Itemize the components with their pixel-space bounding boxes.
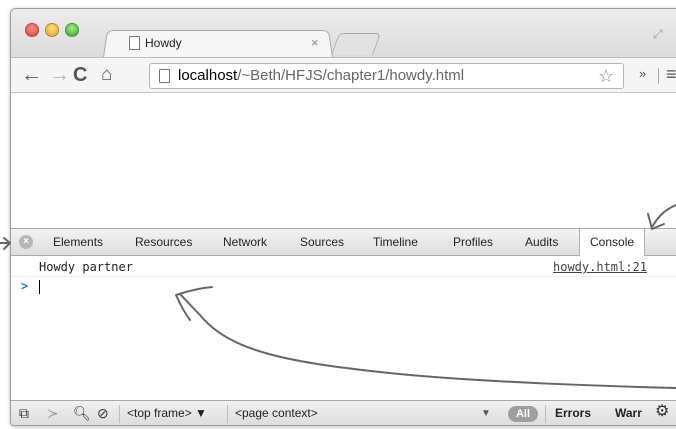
filter-warnings-button[interactable]: Warr [615, 406, 642, 420]
tab-sources[interactable]: Sources [294, 229, 350, 256]
bookmark-star-icon[interactable]: ☆ [598, 66, 614, 87]
prompt-caret-icon: > [21, 279, 29, 293]
console-area[interactable]: Howdy partner howdy.html:21 > [11, 257, 676, 400]
forward-button[interactable]: → [49, 62, 70, 88]
reload-button[interactable]: C [73, 62, 87, 88]
url-host: localhost [178, 67, 238, 84]
tab-console[interactable]: Console [579, 229, 646, 256]
clear-console-icon[interactable]: ⊘ [97, 405, 109, 421]
dock-icon[interactable]: ⧉ [19, 405, 29, 421]
tab-close-icon[interactable]: × [311, 35, 319, 50]
filter-dropdown-icon[interactable]: ▼ [481, 408, 491, 419]
console-prompt[interactable]: > [11, 277, 676, 297]
console-log-source-link[interactable]: howdy.html:21 [553, 260, 647, 274]
close-window-button[interactable] [25, 23, 39, 37]
tab-network[interactable]: Network [217, 229, 273, 256]
browser-toolbar: ← → C ⌂ localhost/~Beth/HFJS/chapter1/ho… [11, 57, 676, 93]
settings-gear-icon[interactable]: ⚙ [655, 404, 669, 420]
filter-all-button[interactable]: All [508, 406, 538, 422]
minimize-window-button[interactable] [45, 23, 59, 37]
url-path: /~Beth/HFJS/chapter1/howdy.html [237, 67, 465, 84]
console-log-message: Howdy partner [39, 260, 133, 274]
menu-icon[interactable]: ≡ [666, 64, 676, 85]
filter-errors-button[interactable]: Errors [555, 406, 591, 420]
devtools-close-icon[interactable]: × [19, 235, 33, 249]
new-tab-button[interactable] [330, 33, 382, 55]
screenshot-stage: Howdy × ⤢ ← → C ⌂ localhost/~Beth/HFJS/c… [0, 0, 676, 429]
browser-tab-content[interactable]: Howdy × [111, 33, 331, 55]
toolbar-divider [658, 68, 659, 84]
tab-title: Howdy [145, 36, 182, 50]
address-bar[interactable]: localhost/~Beth/HFJS/chapter1/howdy.html… [149, 63, 624, 89]
page-icon [159, 69, 170, 83]
home-button[interactable]: ⌂ [101, 62, 112, 88]
zoom-window-button[interactable] [65, 23, 79, 37]
search-icon[interactable]: 🔍︎ [73, 405, 91, 421]
url-text: localhost/~Beth/HFJS/chapter1/howdy.html [178, 67, 464, 84]
devtools-panel: × Elements Resources Network Sources Tim… [11, 228, 676, 425]
title-bar: Howdy × ⤢ [11, 9, 676, 57]
tab-timeline[interactable]: Timeline [367, 229, 424, 256]
status-divider [545, 405, 546, 423]
back-button[interactable]: ← [21, 62, 42, 88]
console-log-row: Howdy partner howdy.html:21 [11, 257, 676, 277]
status-divider [119, 405, 120, 423]
page-icon [129, 36, 140, 50]
status-divider [227, 405, 228, 423]
extensions-overflow-icon[interactable]: » [639, 66, 646, 81]
console-input-cursor[interactable] [39, 280, 40, 294]
tab-audits[interactable]: Audits [519, 229, 564, 256]
devtools-status-bar: ⧉ ≻ 🔍︎ ⊘ <top frame> ▼ <page context> ▼ … [11, 400, 676, 425]
show-drawer-icon[interactable]: ≻ [47, 405, 59, 421]
tab-profiles[interactable]: Profiles [447, 229, 499, 256]
tab-elements[interactable]: Elements [47, 229, 109, 256]
context-select[interactable]: <page context> [235, 406, 318, 420]
frame-select[interactable]: <top frame> ▼ [127, 406, 207, 420]
devtools-tab-bar: × Elements Resources Network Sources Tim… [11, 228, 676, 256]
browser-window: Howdy × ⤢ ← → C ⌂ localhost/~Beth/HFJS/c… [10, 8, 676, 426]
fullscreen-icon[interactable]: ⤢ [653, 27, 663, 42]
tab-resources[interactable]: Resources [129, 229, 198, 256]
